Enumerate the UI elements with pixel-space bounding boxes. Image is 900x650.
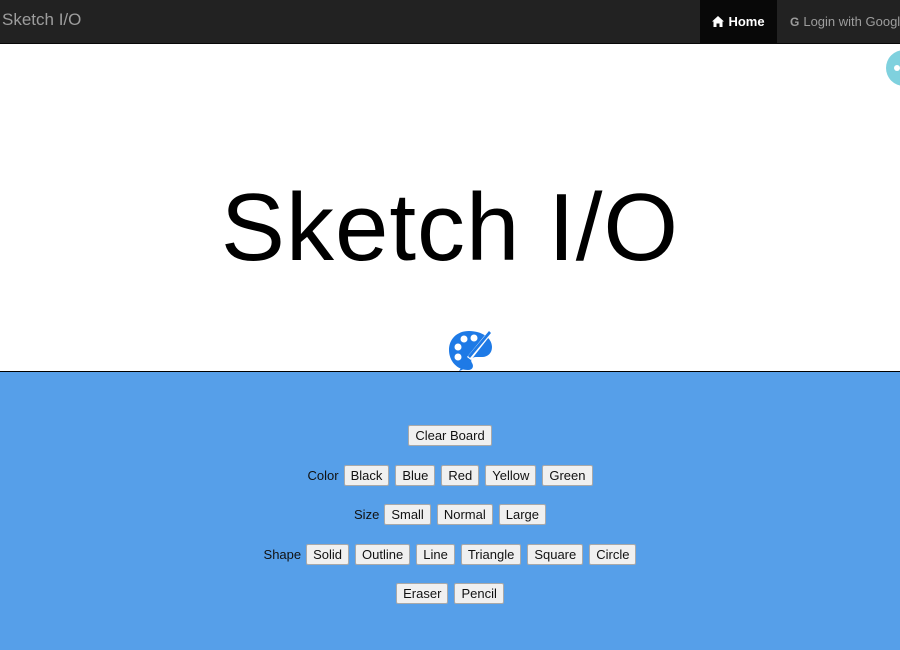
nav-home-label: Home xyxy=(728,14,765,29)
color-blue-button[interactable]: Blue xyxy=(395,465,436,486)
shape-line-button[interactable]: Line xyxy=(416,544,455,565)
palette-brush-icon xyxy=(449,329,493,371)
color-row: Color Black Blue Red Yellow Green xyxy=(0,465,900,486)
shape-row: Shape Solid Outline Line Triangle Square… xyxy=(0,544,900,565)
home-icon xyxy=(712,16,725,27)
shape-triangle-button[interactable]: Triangle xyxy=(460,544,522,565)
brand[interactable]: Sketch I/O xyxy=(2,10,81,30)
nav-home-link[interactable]: Home xyxy=(700,0,777,43)
size-small-button[interactable]: Small xyxy=(384,504,431,525)
color-red-button[interactable]: Red xyxy=(441,465,480,486)
size-normal-button[interactable]: Normal xyxy=(436,504,493,525)
sketch-board[interactable]: Clear Board Color Black Blue Red Yellow … xyxy=(0,371,900,650)
eraser-button[interactable]: Eraser xyxy=(396,583,449,604)
navbar: Sketch I/O Home G Login with Google xyxy=(0,0,900,44)
shape-square-button[interactable]: Square xyxy=(527,544,584,565)
size-row: Size Small Normal Large xyxy=(0,504,900,525)
shape-outline-button[interactable]: Outline xyxy=(355,544,411,565)
pencil-button[interactable]: Pencil xyxy=(454,583,504,604)
google-icon: G xyxy=(790,14,800,29)
nav-login-link[interactable]: G Login with Google xyxy=(790,0,900,43)
color-yellow-button[interactable]: Yellow xyxy=(485,465,537,486)
color-label: Color xyxy=(307,468,339,483)
clear-row: Clear Board xyxy=(0,425,900,446)
page-title: Sketch I/O xyxy=(220,174,680,281)
shape-solid-button[interactable]: Solid xyxy=(306,544,350,565)
shape-label: Shape xyxy=(263,547,302,562)
tool-row: Eraser Pencil xyxy=(0,583,900,604)
clear-board-button[interactable]: Clear Board xyxy=(408,425,492,446)
floating-action-button[interactable] xyxy=(886,50,900,86)
color-green-button[interactable]: Green xyxy=(542,465,593,486)
nav-login-label: Login with Google xyxy=(803,14,900,29)
color-black-button[interactable]: Black xyxy=(343,465,390,486)
size-label: Size xyxy=(354,507,380,522)
shape-circle-button[interactable]: Circle xyxy=(589,544,637,565)
size-large-button[interactable]: Large xyxy=(498,504,546,525)
